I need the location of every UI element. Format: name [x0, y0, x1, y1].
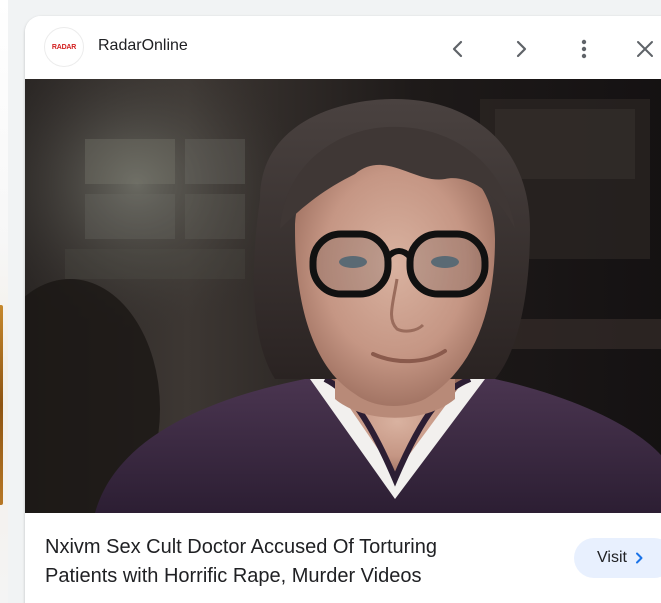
next-button[interactable] — [503, 31, 539, 67]
previous-button[interactable] — [440, 31, 476, 67]
background-results-edge — [0, 0, 8, 603]
background-thumbnail-edge — [0, 305, 3, 505]
visit-button-label: Visit — [597, 549, 627, 566]
preview-header: RADAR RadarOnline — [25, 16, 661, 79]
headline-line-1: Nxivm Sex Cult Doctor Accused Of Torturi… — [45, 536, 437, 558]
close-button[interactable] — [627, 31, 661, 67]
chevron-right-icon — [516, 40, 527, 58]
caption-area: Nxivm Sex Cult Doctor Accused Of Torturi… — [25, 513, 661, 603]
visit-button[interactable]: Visit — [574, 538, 661, 578]
more-vert-icon — [581, 39, 587, 59]
site-logo-text: RADAR — [51, 43, 77, 51]
image-preview-panel: RADAR RadarOnline Nxivm Sex Cult Doctor … — [25, 16, 661, 603]
portrait-photo — [25, 79, 661, 513]
close-icon — [637, 41, 653, 57]
chevron-left-icon — [452, 40, 463, 58]
preview-image[interactable] — [25, 79, 661, 513]
more-options-button[interactable] — [566, 31, 602, 67]
headline-line-2: Patients with Horrific Rape, Murder Vide… — [45, 565, 422, 587]
site-name[interactable]: RadarOnline — [98, 37, 188, 55]
chevron-right-icon — [635, 552, 643, 564]
article-headline-link[interactable]: Nxivm Sex Cult Doctor Accused Of Torturi… — [45, 533, 525, 591]
site-logo[interactable]: RADAR — [44, 27, 84, 67]
page: RADAR RadarOnline Nxivm Sex Cult Doctor … — [0, 0, 661, 603]
